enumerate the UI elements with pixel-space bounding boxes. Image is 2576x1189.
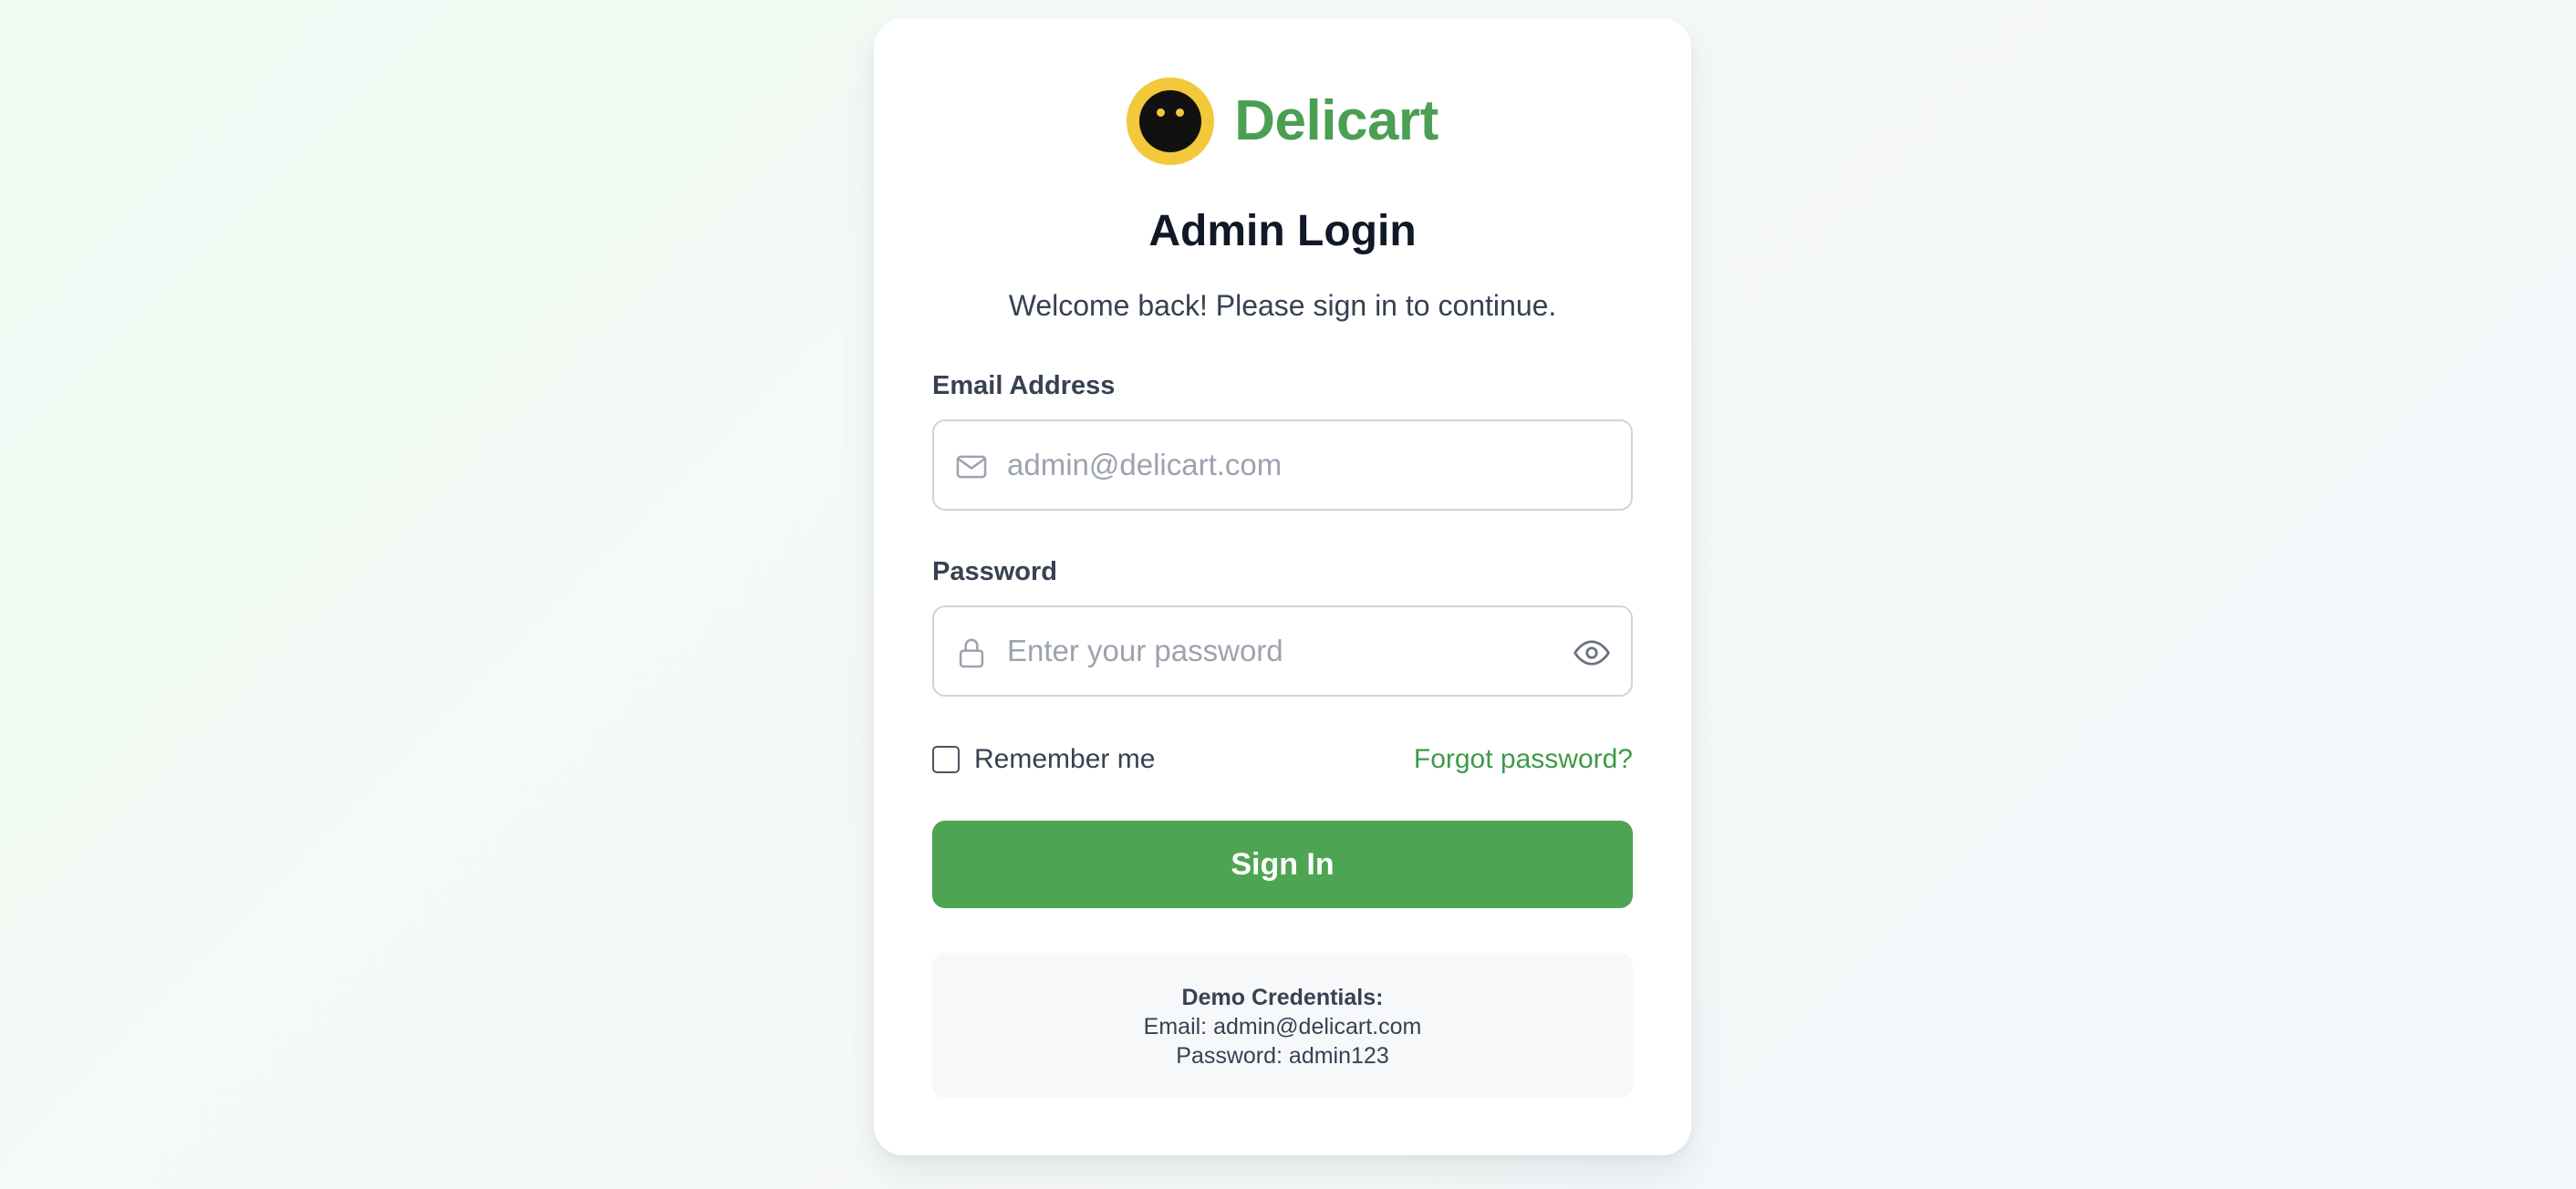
logo-right-eye: [1176, 109, 1185, 117]
lock-icon: [959, 638, 984, 668]
demo-credentials-password: Password: admin123: [1176, 1043, 1389, 1069]
email-input[interactable]: [1007, 421, 1573, 509]
logo-left-eye: [1157, 109, 1166, 117]
remember-me-label[interactable]: Remember me: [974, 746, 1155, 773]
remember-me-checkbox[interactable]: [932, 746, 960, 773]
smiley-face-icon: [1127, 78, 1215, 165]
forgot-password-link[interactable]: Forgot password?: [1414, 743, 1633, 776]
password-field: [932, 605, 1633, 697]
email-label: Email Address: [932, 371, 1116, 400]
password-label: Password: [932, 557, 1057, 586]
logo-face: [1139, 90, 1202, 152]
page-subtitle: Welcome back! Please sign in to continue…: [1008, 289, 1557, 322]
mail-icon: [956, 455, 987, 479]
email-field: [932, 419, 1633, 511]
eye-icon[interactable]: [1573, 634, 1611, 672]
brand-name: Delicart: [1234, 89, 1439, 152]
brand-header: Delicart: [874, 77, 1691, 166]
login-card: Delicart Admin Login Welcome back! Pleas…: [874, 18, 1691, 1155]
demo-credentials-box: Demo Credentials: Email: admin@delicart.…: [932, 953, 1633, 1099]
demo-credentials-title: Demo Credentials:: [1181, 985, 1384, 1010]
password-input[interactable]: [1007, 607, 1573, 695]
demo-credentials-email: Email: admin@delicart.com: [1143, 1014, 1422, 1039]
page-title: Admin Login: [1148, 207, 1417, 255]
sign-in-button[interactable]: Sign In: [932, 821, 1633, 908]
remember-me: Remember me: [932, 743, 1155, 776]
